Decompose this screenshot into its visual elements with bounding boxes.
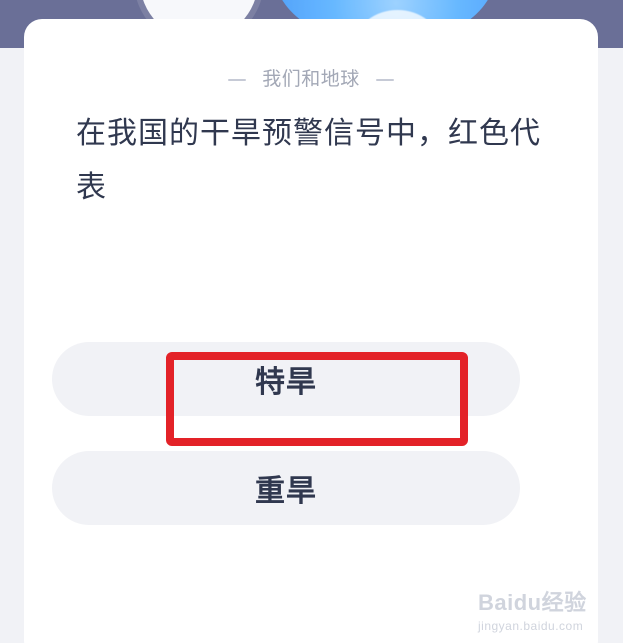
watermark-url: jingyan.baidu.com	[478, 619, 584, 633]
answer-option-1[interactable]: 特旱	[52, 342, 520, 416]
category-left-dash	[227, 78, 246, 81]
question-card: 我们和地球 在我国的干旱预警信号中，红色代表	[24, 19, 598, 643]
category-label: 我们和地球	[262, 68, 360, 90]
answer-option-2-label: 重旱	[255, 474, 317, 509]
category-right-dash	[376, 78, 395, 81]
quiz-category: 我们和地球	[24, 64, 598, 91]
answer-option-2[interactable]: 重旱	[52, 451, 520, 525]
watermark-title: Baidu经验	[478, 590, 587, 615]
question-text: 在我国的干旱预警信号中，红色代表	[76, 116, 541, 205]
baidu-jingyan-watermark: Baidu经验 jingyan.baidu.com	[478, 585, 587, 633]
answer-option-1-label: 特旱	[255, 365, 317, 400]
